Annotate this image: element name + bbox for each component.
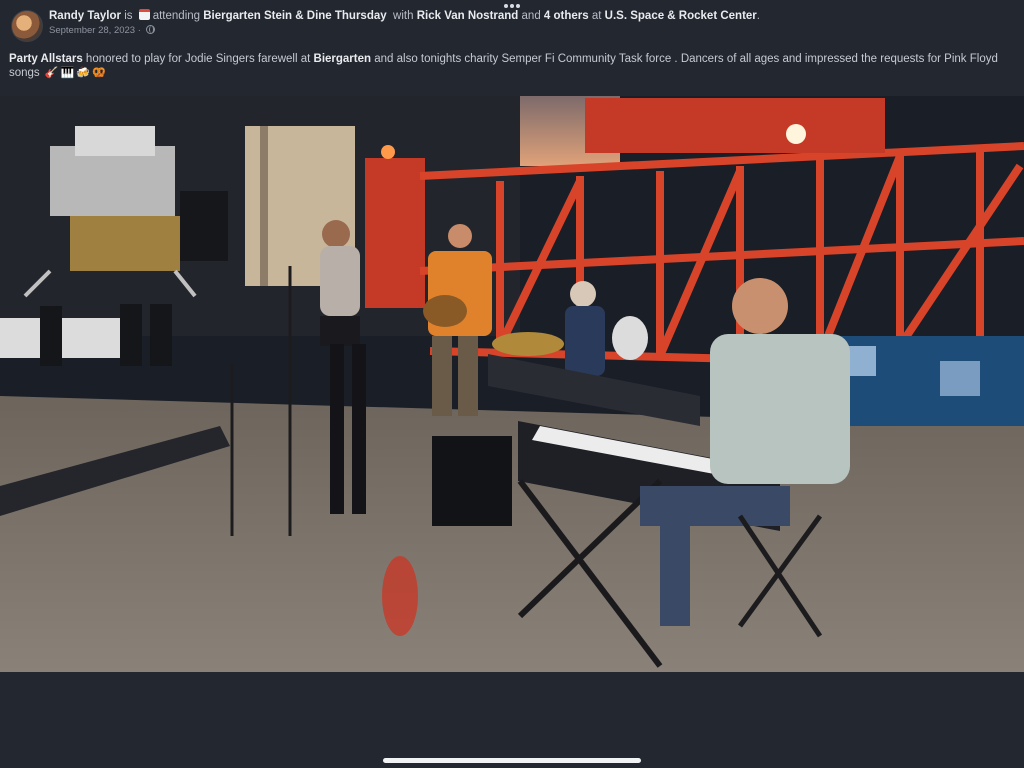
meta-separator: · xyxy=(137,25,141,36)
activity-text: attending xyxy=(152,10,201,22)
others-link[interactable]: 4 others xyxy=(544,10,589,22)
guitar-emoji-icon: 🎸 xyxy=(44,67,59,79)
trailing-period: . xyxy=(756,10,760,22)
amplifier xyxy=(432,436,512,526)
with-text: with xyxy=(393,10,414,22)
pa-speaker xyxy=(180,191,228,261)
post-attribution: Randy Taylor is attending Biergarten Ste… xyxy=(49,9,760,22)
tagged-person-link[interactable]: Rick Van Nostrand xyxy=(417,10,519,22)
home-indicator[interactable] xyxy=(383,758,641,763)
bottom-bar xyxy=(0,672,1024,768)
keyboard-emoji-icon: 🎹 xyxy=(60,67,75,79)
post-photo[interactable] xyxy=(0,96,1024,672)
post-meta: September 28, 2023 · xyxy=(49,25,155,36)
calendar-icon xyxy=(138,9,150,20)
event-link[interactable]: Biergarten Stein & Dine Thursday xyxy=(203,10,386,22)
is-text: is xyxy=(124,10,133,22)
globe-icon xyxy=(145,25,155,34)
pretzel-emoji-icon: 🥨 xyxy=(92,67,106,79)
venue-name: Biergarten xyxy=(313,53,372,65)
band-name: Party Allstars xyxy=(9,53,83,65)
at-text: at xyxy=(591,10,602,22)
location-link[interactable]: U.S. Space & Rocket Center xyxy=(605,10,757,22)
author-name-link[interactable]: Randy Taylor xyxy=(49,10,121,22)
post-caption: Party Allstars honored to play for Jodie… xyxy=(9,52,1019,80)
post-header: Randy Taylor is attending Biergarten Ste… xyxy=(0,0,1024,96)
caption-text-1: honored to play for Jodie Singers farewe… xyxy=(82,53,314,65)
post-date[interactable]: September 28, 2023 xyxy=(49,25,135,36)
and-text: and xyxy=(521,10,541,22)
band-performance-photo xyxy=(0,96,1024,672)
beer-emoji-icon: 🍻 xyxy=(76,67,90,79)
author-avatar[interactable] xyxy=(11,10,43,42)
